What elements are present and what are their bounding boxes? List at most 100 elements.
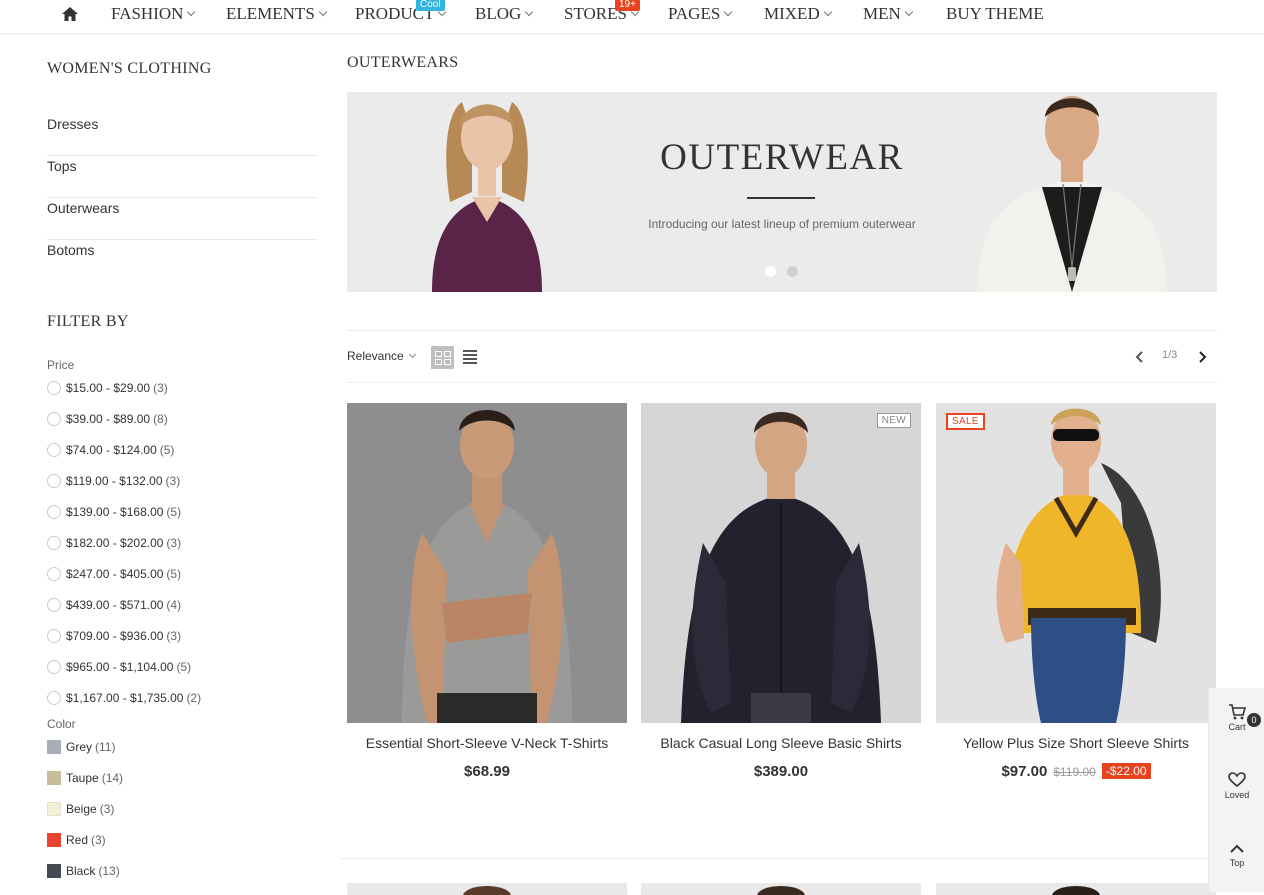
list-view-icon[interactable] — [463, 350, 477, 364]
radio-button[interactable] — [47, 660, 61, 674]
color-name: Grey — [66, 740, 93, 754]
price-current: $97.00 — [1001, 763, 1048, 780]
product-name[interactable]: Yellow Plus Size Short Sleeve Shirts — [936, 735, 1216, 751]
grid-view-icon[interactable] — [431, 346, 454, 369]
price-option[interactable]: $247.00 - $405.00 (5) — [47, 564, 181, 584]
color-option-beige[interactable]: Beige (3) — [47, 799, 114, 819]
price-option[interactable]: $39.00 - $89.00 (8) — [47, 409, 168, 429]
option-count: (5) — [166, 505, 182, 519]
option-count: (3) — [166, 629, 182, 643]
home-icon[interactable] — [61, 6, 79, 22]
radio-button[interactable] — [47, 412, 61, 426]
product-price: $97.00 $119.00 -$22.00 — [936, 763, 1216, 780]
color-option-red[interactable]: Red (3) — [47, 830, 106, 850]
chevron-left-icon[interactable] — [1133, 350, 1147, 364]
price-range: $439.00 - $571.00 — [66, 598, 164, 612]
product-image[interactable]: NEW — [641, 403, 921, 723]
chevron-up-icon — [1230, 844, 1244, 853]
price-option[interactable]: $1,167.00 - $1,735.00 (2) — [47, 688, 201, 708]
price-option[interactable]: $709.00 - $936.00 (3) — [47, 626, 181, 646]
price-range: $15.00 - $29.00 — [66, 381, 151, 395]
radio-button[interactable] — [47, 536, 61, 550]
floating-side-bar: Cart 0 Loved Top — [1208, 688, 1264, 892]
radio-button[interactable] — [47, 629, 61, 643]
product-name[interactable]: Essential Short-Sleeve V-Neck T-Shirts — [347, 735, 627, 751]
nav-item-fashion[interactable]: FASHION — [111, 4, 196, 26]
color-swatch[interactable] — [47, 740, 61, 754]
nav-item-mixed[interactable]: MIXED — [764, 4, 832, 26]
back-to-top-button[interactable]: Top — [1209, 842, 1264, 868]
price-option[interactable]: $182.00 - $202.00 (3) — [47, 533, 181, 553]
product-image[interactable] — [347, 403, 627, 723]
nav-item-product[interactable]: PRODUCT Cool — [355, 0, 447, 26]
radio-button[interactable] — [47, 567, 61, 581]
category-tops[interactable]: Tops — [47, 156, 317, 198]
radio-button[interactable] — [47, 381, 61, 395]
product-image-next-row[interactable] — [641, 883, 921, 895]
nav-item-pages[interactable]: PAGES — [668, 4, 733, 26]
price-option[interactable]: $965.00 - $1,104.00 (5) — [47, 657, 191, 677]
product-card[interactable]: Essential Short-Sleeve V-Neck T-Shirts $… — [347, 403, 627, 780]
category-dresses[interactable]: Dresses — [47, 114, 317, 156]
product-name[interactable]: Black Casual Long Sleeve Basic Shirts — [641, 735, 921, 751]
chevron-down-icon — [823, 7, 832, 17]
option-count: (8) — [153, 412, 168, 426]
nav-item-stores[interactable]: STORES 19+ — [564, 0, 640, 26]
nav-item-blog[interactable]: BLOG — [475, 4, 534, 26]
slider-dot-active[interactable] — [765, 266, 776, 277]
nav-item-buy-theme[interactable]: BUY THEME — [946, 4, 1044, 26]
price-option[interactable]: $74.00 - $124.00 (5) — [47, 440, 174, 460]
radio-button[interactable] — [47, 443, 61, 457]
color-option-black[interactable]: Black (13) — [47, 861, 120, 881]
nav-item-elements[interactable]: ELEMENTS — [226, 4, 328, 26]
new-badge: NEW — [876, 413, 911, 428]
option-count: (3) — [165, 474, 181, 488]
option-count: (3) — [153, 381, 168, 395]
product-card[interactable]: NEW Black Casual Long Sleeve Basic Shirt… — [641, 403, 921, 780]
nav-item-men[interactable]: MEN — [863, 4, 914, 26]
price-range: $119.00 - $132.00 — [66, 474, 163, 488]
sort-dropdown[interactable]: Relevance — [347, 349, 416, 363]
product-photo-partial — [757, 886, 805, 895]
price-range: $1,167.00 - $1,735.00 — [66, 691, 184, 705]
category-banner[interactable]: OUTERWEAR Introducing our latest lineup … — [347, 92, 1217, 292]
color-swatch[interactable] — [47, 864, 61, 878]
chevron-down-icon — [408, 350, 416, 359]
product-image-next-row[interactable] — [936, 883, 1216, 895]
product-price: $389.00 — [641, 763, 921, 780]
color-option-taupe[interactable]: Taupe (14) — [47, 768, 123, 788]
page-indicator: 1/3 — [1162, 349, 1178, 361]
loved-label: Loved — [1224, 790, 1250, 800]
cart-button[interactable]: Cart 0 — [1209, 704, 1264, 732]
product-photo-yellow-shirt-man — [936, 403, 1216, 723]
section-divider — [340, 858, 1210, 859]
color-swatch[interactable] — [47, 771, 61, 785]
heart-icon — [1228, 772, 1246, 788]
price-option[interactable]: $15.00 - $29.00 (3) — [47, 378, 168, 398]
radio-button[interactable] — [47, 598, 61, 612]
loved-button[interactable]: Loved — [1209, 772, 1264, 800]
product-card[interactable]: SALE Yellow Plus Size Short Sleeve Shirt… — [936, 403, 1216, 780]
price-current: $389.00 — [753, 763, 809, 780]
category-outerwears[interactable]: Outerwears — [47, 198, 317, 240]
cart-icon — [1229, 704, 1246, 720]
radio-button[interactable] — [47, 474, 61, 488]
radio-button[interactable] — [47, 691, 61, 705]
price-range: $139.00 - $168.00 — [66, 505, 164, 519]
price-range: $247.00 - $405.00 — [66, 567, 164, 581]
price-option[interactable]: $119.00 - $132.00 (3) — [47, 471, 180, 491]
category-botoms[interactable]: Botoms — [47, 240, 317, 282]
radio-button[interactable] — [47, 505, 61, 519]
category-title: WOMEN'S CLOTHING — [47, 60, 212, 77]
color-swatch[interactable] — [47, 802, 61, 816]
cart-label: Cart — [1228, 722, 1246, 732]
nav-label: MEN — [863, 4, 901, 23]
color-swatch[interactable] — [47, 833, 61, 847]
product-image[interactable]: SALE — [936, 403, 1216, 723]
price-option[interactable]: $439.00 - $571.00 (4) — [47, 595, 181, 615]
product-image-next-row[interactable] — [347, 883, 627, 895]
price-option[interactable]: $139.00 - $168.00 (5) — [47, 502, 181, 522]
chevron-right-icon[interactable] — [1195, 350, 1209, 364]
color-option-grey[interactable]: Grey (11) — [47, 737, 115, 757]
slider-dot[interactable] — [787, 266, 798, 277]
